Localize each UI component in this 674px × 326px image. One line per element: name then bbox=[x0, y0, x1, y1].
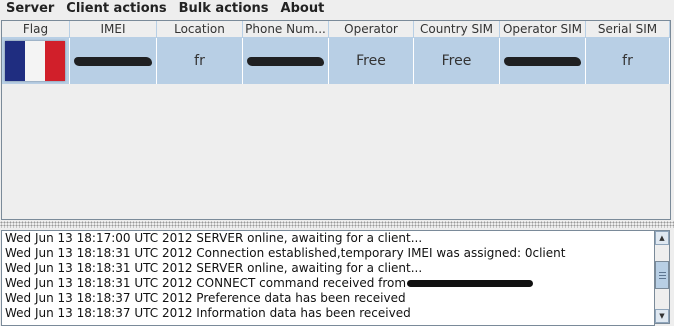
thumb-grip-line bbox=[659, 278, 666, 279]
column-header-operator-sim[interactable]: Operator SIM bbox=[500, 21, 586, 37]
log-line-text: Wed Jun 13 18:18:31 UTC 2012 Connection … bbox=[5, 246, 566, 260]
log-vertical-scrollbar[interactable]: ▲ ▼ bbox=[654, 230, 670, 324]
cell-country-sim[interactable]: Free bbox=[414, 38, 500, 84]
arrow-up-icon[interactable]: ▲ bbox=[655, 231, 669, 245]
log-line-text: Wed Jun 13 18:18:37 UTC 2012 Information… bbox=[5, 306, 411, 320]
app-window: Server Client actions Bulk actions About… bbox=[0, 0, 674, 326]
cell-phone-number[interactable] bbox=[243, 38, 329, 84]
menu-bar: Server Client actions Bulk actions About bbox=[0, 0, 674, 18]
flag-blue-band bbox=[5, 41, 25, 81]
cell-operator[interactable]: Free bbox=[329, 38, 414, 84]
menu-about[interactable]: About bbox=[275, 0, 331, 18]
log-line-text: Wed Jun 13 18:17:00 UTC 2012 SERVER onli… bbox=[5, 231, 423, 245]
scrollbar-thumb[interactable] bbox=[655, 261, 669, 289]
france-flag-icon bbox=[5, 41, 65, 81]
menu-bulk-actions[interactable]: Bulk actions bbox=[173, 0, 275, 18]
thumb-grip-line bbox=[659, 272, 666, 273]
cell-operator-sim[interactable] bbox=[500, 38, 586, 84]
log-line: Wed Jun 13 18:18:37 UTC 2012 Preference … bbox=[2, 291, 654, 306]
log-line-text: Wed Jun 13 18:18:31 UTC 2012 CONNECT com… bbox=[5, 276, 407, 290]
column-header-imei[interactable]: IMEI bbox=[70, 21, 157, 37]
menu-client-actions[interactable]: Client actions bbox=[60, 0, 172, 18]
column-header-location[interactable]: Location bbox=[157, 21, 243, 37]
redacted-scribble bbox=[407, 280, 534, 287]
cell-imei[interactable] bbox=[70, 38, 157, 84]
flag-red-band bbox=[45, 41, 65, 81]
column-header-serial-sim[interactable]: Serial SIM bbox=[586, 21, 670, 37]
log-line-text: Wed Jun 13 18:18:37 UTC 2012 Preference … bbox=[5, 291, 406, 305]
arrow-down-icon[interactable]: ▼ bbox=[655, 309, 669, 323]
log-line: Wed Jun 13 18:18:31 UTC 2012 SERVER onli… bbox=[2, 261, 654, 276]
log-line: Wed Jun 13 18:18:37 UTC 2012 Information… bbox=[2, 306, 654, 321]
cell-flag[interactable] bbox=[2, 38, 70, 84]
log-line: Wed Jun 13 18:18:31 UTC 2012 CONNECT com… bbox=[2, 276, 654, 291]
column-header-flag[interactable]: Flag bbox=[2, 21, 70, 37]
redacted-scribble bbox=[247, 57, 324, 66]
column-header-country-sim[interactable]: Country SIM bbox=[414, 21, 500, 37]
cell-location[interactable]: fr bbox=[157, 38, 243, 84]
split-pane-divider[interactable] bbox=[0, 221, 674, 228]
log-line: Wed Jun 13 18:18:31 UTC 2012 Connection … bbox=[2, 246, 654, 261]
log-text-area[interactable]: Wed Jun 13 18:17:00 UTC 2012 SERVER onli… bbox=[1, 230, 655, 326]
cell-serial-sim[interactable]: fr bbox=[586, 38, 670, 84]
table-header: Flag IMEI Location Phone Num... Operator… bbox=[2, 21, 670, 38]
thumb-grip-line bbox=[659, 275, 666, 276]
log-line: Wed Jun 13 18:17:00 UTC 2012 SERVER onli… bbox=[2, 231, 654, 246]
redacted-scribble bbox=[74, 57, 152, 66]
log-line-text: Wed Jun 13 18:18:31 UTC 2012 SERVER onli… bbox=[5, 261, 423, 275]
column-header-operator[interactable]: Operator bbox=[329, 21, 414, 37]
table-row[interactable]: fr Free Free fr bbox=[2, 38, 670, 84]
column-header-phone-number[interactable]: Phone Num... bbox=[243, 21, 329, 37]
flag-white-band bbox=[25, 41, 45, 81]
redacted-scribble bbox=[504, 57, 581, 66]
menu-server[interactable]: Server bbox=[0, 0, 60, 18]
clients-table[interactable]: Flag IMEI Location Phone Num... Operator… bbox=[1, 20, 671, 220]
